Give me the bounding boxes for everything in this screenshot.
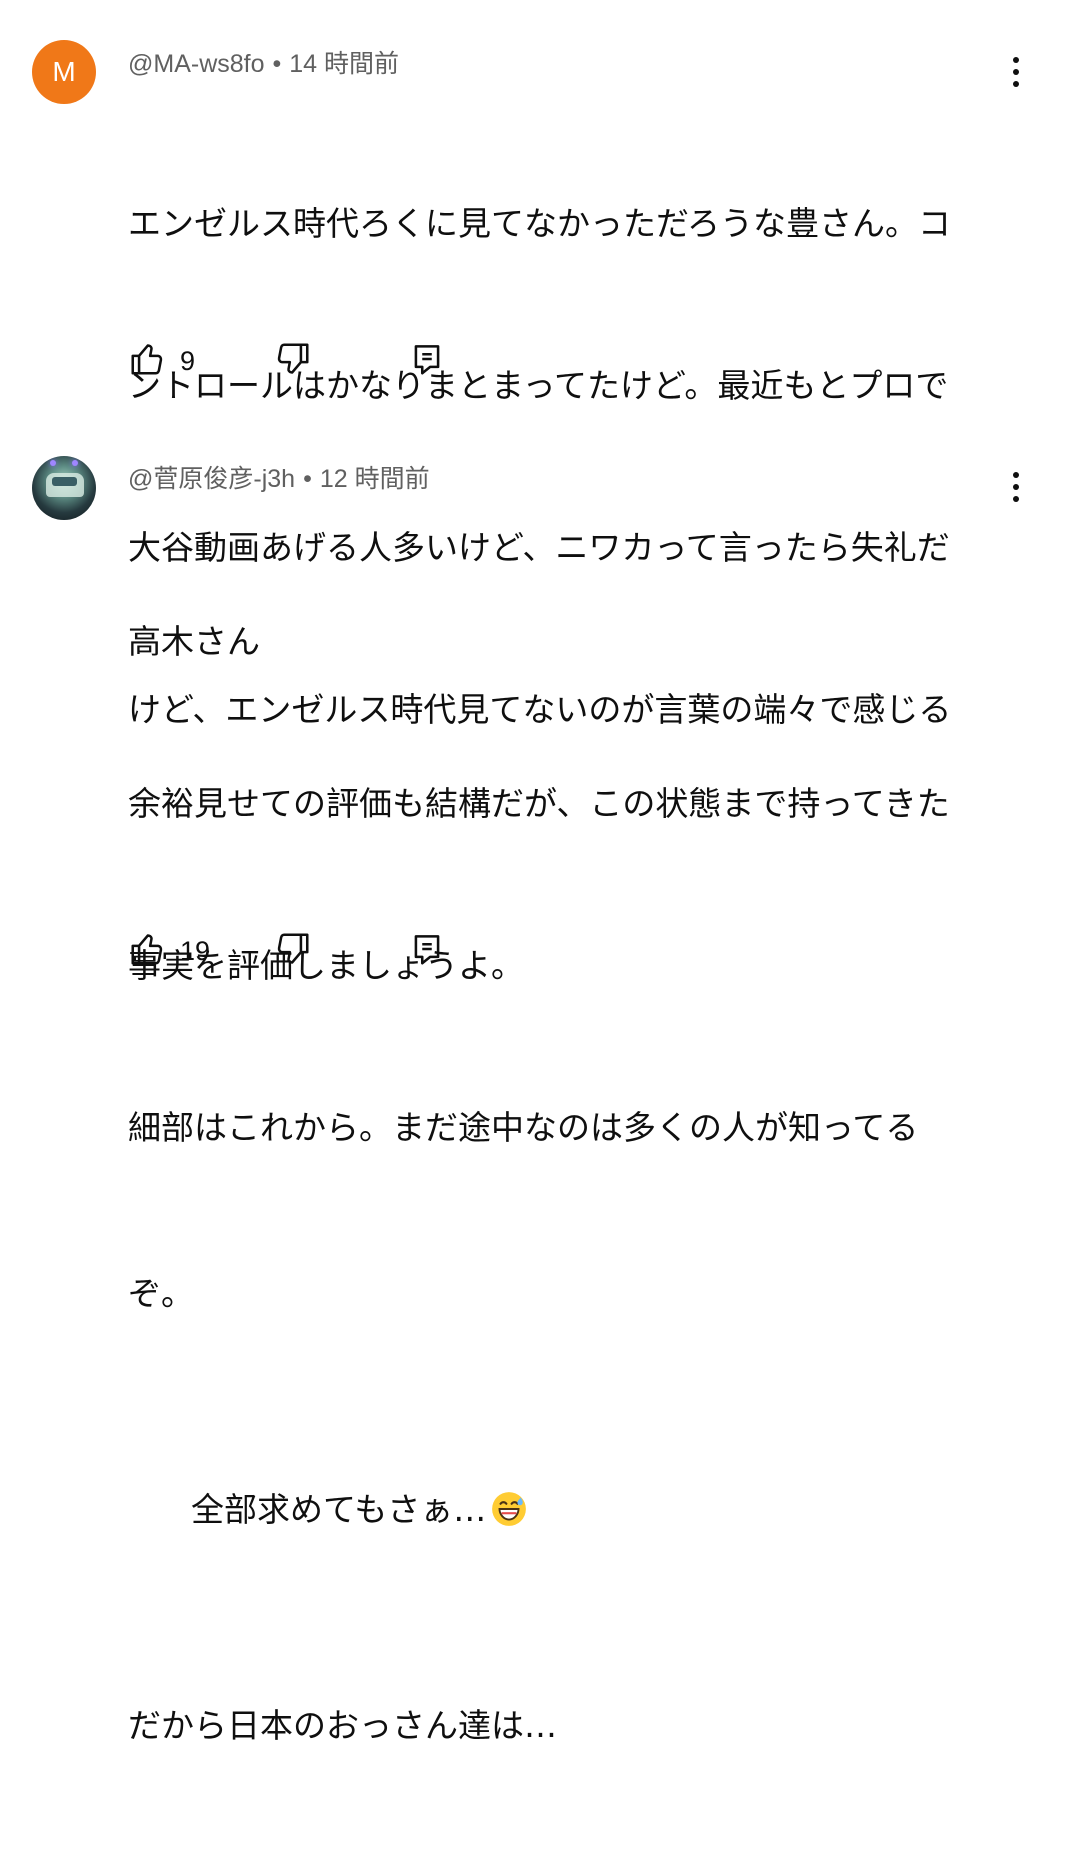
separator-dot: • — [272, 50, 282, 78]
comment-line-text: 全部求めてもさぁ… — [190, 1490, 487, 1529]
comment-header: @MA-ws8fo • 14 時間前 — [128, 48, 399, 80]
author-name[interactable]: @菅原俊彦-j3h — [128, 465, 295, 493]
reply-button[interactable] — [408, 930, 446, 974]
comment-line: 余裕見せての評価も結構だが、この状態まで持ってきた — [128, 784, 950, 823]
like-icon — [131, 344, 163, 375]
comment-line: エンゼルス時代ろくに見てなかっただろうな豊さん。コ — [128, 204, 952, 243]
avatar[interactable]: M — [32, 40, 96, 104]
reply-icon — [414, 345, 440, 375]
dislike-icon — [277, 343, 309, 374]
like-button[interactable]: 19 — [128, 930, 210, 974]
dislike-icon — [277, 933, 309, 964]
author-name[interactable]: @MA-ws8fo — [128, 50, 265, 78]
comment-time[interactable]: 14 時間前 — [289, 50, 399, 78]
comment-line: 全部求めてもさぁ… — [128, 1429, 1008, 1591]
comment-line: 事実を評価しましょうよ。 — [128, 946, 524, 985]
comment-line: 細部はこれから。まだ途中なのは多くの人が知ってる — [128, 1108, 919, 1147]
grinning-face-with-sweat-emoji — [492, 1492, 527, 1526]
more-vert-icon[interactable] — [1003, 468, 1029, 506]
comment-line: ントロールはかなりまとまってたけど。最近もとプロで — [128, 366, 949, 405]
comment-text: 高木さん 余裕見せての評価も結構だが、この状態まで持ってきた 事実を評価しましょ… — [128, 507, 1008, 1861]
comment-line: ぞ。 — [128, 1274, 194, 1313]
comment-time[interactable]: 12 時間前 — [320, 465, 430, 493]
reply-icon — [414, 935, 440, 965]
like-count: 19 — [180, 936, 211, 966]
reply-button[interactable] — [408, 340, 446, 384]
like-button[interactable]: 9 — [128, 340, 195, 384]
more-vert-icon[interactable] — [1003, 53, 1029, 91]
comment-line: だから日本のおっさん達は… — [128, 1706, 557, 1745]
like-icon — [131, 934, 163, 965]
comment-line: 高木さん — [128, 622, 260, 661]
avatar[interactable] — [32, 456, 96, 520]
dislike-button[interactable] — [274, 930, 312, 974]
comment-header: @菅原俊彦-j3h • 12 時間前 — [128, 463, 430, 495]
dislike-button[interactable] — [274, 340, 312, 384]
like-count: 9 — [180, 346, 196, 376]
separator-dot: • — [303, 465, 312, 493]
